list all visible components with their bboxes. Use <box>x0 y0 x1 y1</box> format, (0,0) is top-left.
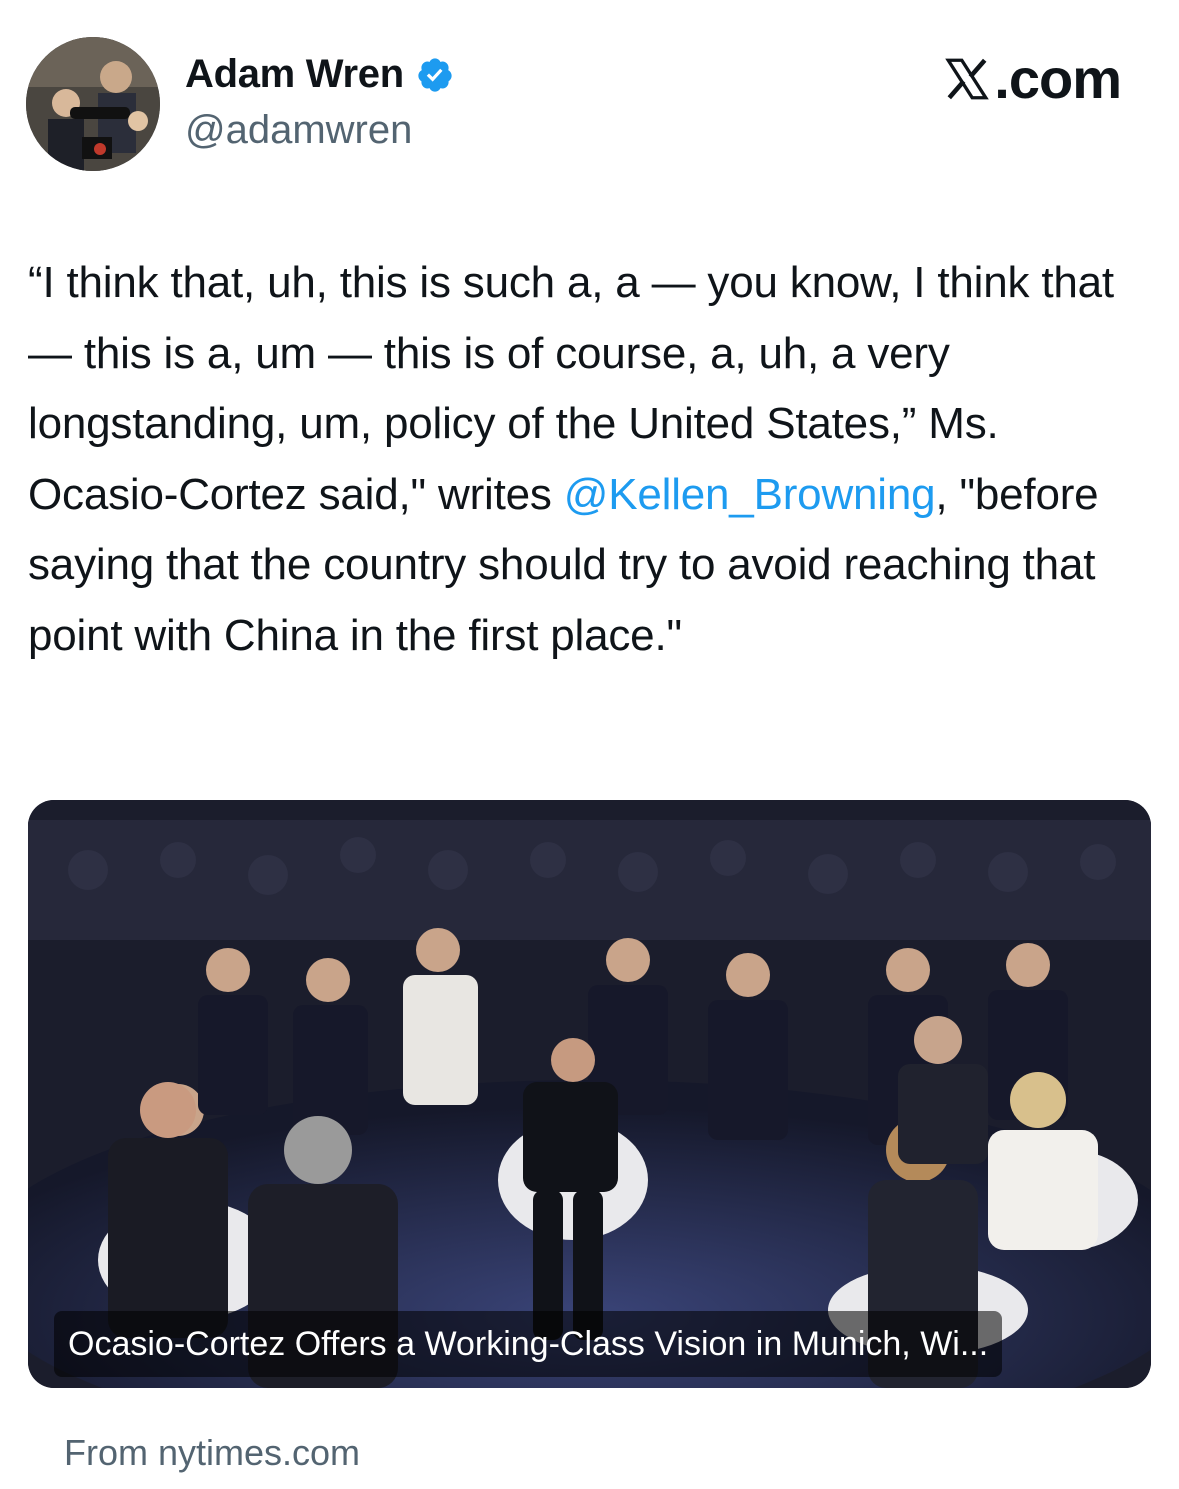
x-logo-icon <box>945 58 990 99</box>
link-preview-card[interactable]: Ocasio-Cortez Offers a Working-Class Vis… <box>28 800 1151 1388</box>
brand-domain: .com <box>994 47 1122 110</box>
author-name-row: Adam Wren <box>185 52 454 97</box>
tweet: Adam Wren @adamwren .com “I think that, … <box>0 0 1179 1489</box>
mention-link[interactable]: @Kellen_Browning <box>564 470 936 519</box>
author-handle[interactable]: @adamwren <box>185 108 412 153</box>
avatar-image <box>26 37 160 171</box>
card-source[interactable]: From nytimes.com <box>64 1432 360 1474</box>
brand-label[interactable]: .com <box>942 46 1122 111</box>
tweet-text: “I think that, uh, this is such a, a — y… <box>28 248 1138 671</box>
avatar[interactable] <box>26 37 160 171</box>
verified-badge-icon <box>418 57 452 92</box>
author-display-name[interactable]: Adam Wren <box>185 52 404 97</box>
article-headline: Ocasio-Cortez Offers a Working-Class Vis… <box>54 1311 1003 1377</box>
article-photo <box>28 800 1151 1388</box>
